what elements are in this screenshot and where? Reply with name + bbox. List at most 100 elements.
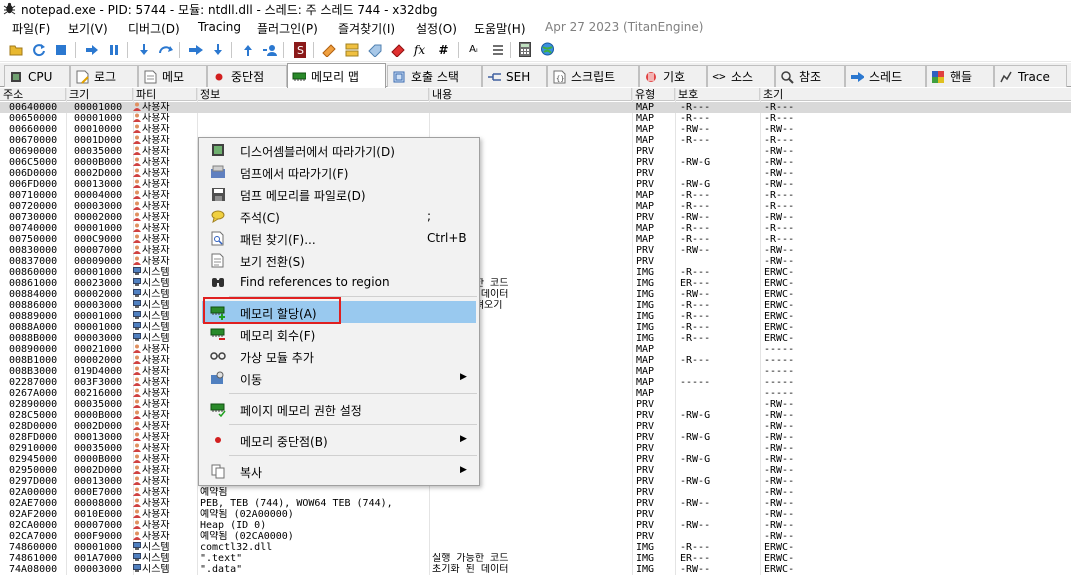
table-row[interactable]: 00670000 0001D000 사용자 MAP -R--- -R--- <box>0 135 1071 146</box>
patch-icon[interactable] <box>320 41 337 58</box>
menu-item-follow-disassembler[interactable]: 디스어셈블러에서 따라가기(D) <box>202 139 476 161</box>
table-row[interactable]: 02CA0000 00007000 사용자 Heap (ID 0) PRV -RW-- -R… <box>0 520 1071 531</box>
table-row[interactable]: 0088A000 00001000 시스템 IMG -R--- ERWC- <box>0 322 1071 333</box>
menu-item-switch-view[interactable]: 보기 전환(S) <box>202 249 476 271</box>
tab-seh[interactable]: SEH <box>482 65 547 87</box>
menu-item-dump-to-file[interactable]: 덤프 메모리를 파일로(D) <box>202 183 476 205</box>
table-row[interactable]: 02CA7000 000F9000 사용자 예약됨 (02CA0000) PRV -RW-… <box>0 531 1071 542</box>
table-row[interactable]: 0289000000035000사용자0PRV-RW-- <box>0 399 1071 410</box>
table-row[interactable]: 02945000 0000B000 사용자 PRV -RW-G -RW-- <box>0 454 1071 465</box>
table-row[interactable]: 006FD00000013000사용자SPRV-RW-G-RW-- <box>0 179 1071 190</box>
table-row[interactable]: 74860000 00001000 시스템 comctl32.dll IMG -R--- E… <box>0 542 1071 553</box>
table-row[interactable]: 0088B00000003000시스템재배치IMG-R---ERWC- <box>0 333 1071 344</box>
execute-till-return-icon[interactable] <box>239 41 256 58</box>
table-row[interactable]: 00640000 00001000 사용자 MAP -R--- -R--- <box>0 102 1071 113</box>
col-protection[interactable]: 보호 <box>675 88 760 101</box>
table-row[interactable]: 00830000 00007000 사용자 PRV -RW-- -RW-- <box>0 245 1071 256</box>
label-icon[interactable] <box>366 41 383 58</box>
tab-script[interactable]: {} 스크립트 <box>547 65 639 87</box>
table-row[interactable]: 00740000 00001000 사용자 MAP -R--- -R--- <box>0 223 1071 234</box>
tab-trace[interactable]: Trace <box>994 65 1067 87</box>
table-row[interactable]: 028C5000 0000B000 사용자 PRV -RW-G -RW-- <box>0 410 1071 421</box>
menu-view[interactable]: 보기(V) <box>68 20 108 37</box>
calculator-icon[interactable] <box>516 41 533 58</box>
open-icon[interactable] <box>8 41 25 58</box>
bookmark-icon[interactable] <box>389 41 406 58</box>
menu-item-copy[interactable]: 복사 ▶ <box>202 460 476 482</box>
tab-handles[interactable]: 핸들 <box>926 65 994 87</box>
table-row[interactable]: 00720000 00003000 사용자 MAP -R--- -R--- <box>0 201 1071 212</box>
tab-log[interactable]: 로그 <box>70 65 138 87</box>
run-icon[interactable] <box>83 41 100 58</box>
stop-icon[interactable] <box>52 41 69 58</box>
col-info[interactable]: 정보 <box>197 88 429 101</box>
table-row[interactable]: 00730000 00002000 사용자 PRV -RW-- -RW-- <box>0 212 1071 223</box>
menu-debug[interactable]: 디버그(D) <box>128 20 180 37</box>
table-row[interactable]: 00750000000C9000사용자VMAP-R----R--- <box>0 234 1071 245</box>
table-row[interactable]: 0086000000001000시스템nIMG-R---ERWC- <box>0 267 1071 278</box>
tab-call-stack[interactable]: 호출 스택 <box>387 65 482 87</box>
table-row[interactable]: 00660000 00010000 사용자 MAP -RW-- -RW-- <box>0 124 1071 135</box>
menu-tracing[interactable]: Tracing <box>198 20 241 34</box>
menu-options[interactable]: 설정(O) <box>416 20 457 37</box>
step-over-icon[interactable] <box>157 41 174 58</box>
comment-icon[interactable] <box>343 41 360 58</box>
tab-threads[interactable]: 스레드 <box>845 65 926 87</box>
pause-icon[interactable] <box>105 41 122 58</box>
menu-item-memory-breakpoint[interactable]: 메모리 중단점(B) ▶ <box>202 429 476 451</box>
restart-icon[interactable] <box>30 41 47 58</box>
help-globe-icon[interactable] <box>539 41 556 58</box>
table-row[interactable]: 028FD00000013000사용자SPRV-RW-G-RW-- <box>0 432 1071 443</box>
menu-help[interactable]: 도움말(H) <box>474 20 526 37</box>
table-row[interactable]: 0086100000023000시스템실행 가능한 코드IMGER---ERWC… <box>0 278 1071 289</box>
tab-references[interactable]: 참조 <box>775 65 845 87</box>
table-row[interactable]: 00710000 00004000 사용자 MAP -R--- -R--- <box>0 190 1071 201</box>
menu-item-find-references[interactable]: Find references to region <box>202 271 476 293</box>
table-row[interactable]: 008B1000 00002000 사용자 MAP -R--- ----- <box>0 355 1071 366</box>
table-row[interactable]: 028D00000002D000사용자0PRV-RW-- <box>0 421 1071 432</box>
tab-notes[interactable]: 메모 <box>138 65 207 87</box>
table-row[interactable]: 74A08000 00003000 시스템 ".data" 초기화 된 데이터 IMG -R… <box>0 564 1071 575</box>
table-row[interactable]: 00837000 00009000 사용자 PRV -RW-- <box>0 256 1071 267</box>
table-row[interactable]: 02A00000 000E7000 사용자 예약됨 PRV -RW-- <box>0 487 1071 498</box>
table-row[interactable]: 00650000 00001000 사용자 MAP -R--- -R--- <box>0 113 1071 124</box>
table-row[interactable]: 0088600000003000시스템리소스 가져오기IMG-R---ERWC- <box>0 300 1071 311</box>
col-size[interactable]: 크기 <box>66 88 133 101</box>
col-address[interactable]: 주소 <box>0 88 66 101</box>
menu-file[interactable]: 파일(F) <box>12 20 50 37</box>
tab-cpu[interactable]: CPU <box>4 65 70 87</box>
table-row[interactable]: 0089000000021000사용자0MAP----- <box>0 344 1071 355</box>
function-icon[interactable]: fx <box>411 41 428 58</box>
font-icon[interactable]: Aᵢ <box>465 41 482 58</box>
tab-symbols[interactable]: 기호 <box>639 65 707 87</box>
menu-item-comment[interactable]: 주석(C) ; <box>202 205 476 227</box>
table-row[interactable]: 02950000 0002D000 사용자 PRV -RW-- <box>0 465 1071 476</box>
table-row[interactable]: 74861000 001A7000 시스템 ".text" 실행 가능한 코드 IMG ER… <box>0 553 1071 564</box>
scylla-icon[interactable]: S <box>291 41 308 58</box>
table-row[interactable]: 02AE7000 00008000 사용자 PEB, TEB (744), WOW64… <box>0 498 1071 509</box>
step-into-icon[interactable] <box>135 41 152 58</box>
menu-favourites[interactable]: 즐겨찾기(I) <box>338 20 395 37</box>
table-row[interactable]: 02AF2000 0010E000 사용자 예약됨 (02A00000) PRV -RW-… <box>0 509 1071 520</box>
tab-source[interactable]: <> 소스 <box>707 65 775 87</box>
hash-icon[interactable]: # <box>435 41 452 58</box>
table-row[interactable]: 02910000 00035000 사용자 PRV -RW-- <box>0 443 1071 454</box>
table-row[interactable]: 006D0000 0002D000 사용자 PRV -RW-- <box>0 168 1071 179</box>
menu-item-add-virtual-module[interactable]: 가상 모듈 추가 <box>202 345 476 367</box>
col-party[interactable]: 파티 <box>133 88 197 101</box>
col-type[interactable]: 유형 <box>632 88 675 101</box>
memory-table-body[interactable]: 00640000 00001000 사용자 MAP -R--- -R--- 00650000… <box>0 102 1071 575</box>
menu-item-find-pattern[interactable]: 패턴 찾기(F)... Ctrl+B <box>202 227 476 249</box>
table-row[interactable]: 006C5000 0000B000 사용자 PRV -RW-G -RW-- <box>0 157 1071 168</box>
table-row[interactable]: 0267A000 00216000 사용자 MAP ----- <box>0 388 1071 399</box>
menu-plugins[interactable]: 플러그인(P) <box>257 20 318 37</box>
col-content[interactable]: 내용 <box>429 88 632 101</box>
list-icon[interactable] <box>489 41 506 58</box>
trace-into-icon[interactable] <box>187 41 204 58</box>
menu-item-page-rights[interactable]: 페이지 메모리 권한 설정 <box>202 398 476 420</box>
table-row[interactable]: 02287000 003F3000 사용자 MAP ----- ----- <box>0 377 1071 388</box>
table-row[interactable]: 0297D000 00013000 사용자 PRV -RW-G -RW-- <box>0 476 1071 487</box>
menu-item-goto[interactable]: 이동 ▶ <box>202 367 476 389</box>
table-row[interactable]: 008B3000 019D4000 사용자 MAP ----- <box>0 366 1071 377</box>
tab-breakpoints[interactable]: 중단점 <box>207 65 287 87</box>
